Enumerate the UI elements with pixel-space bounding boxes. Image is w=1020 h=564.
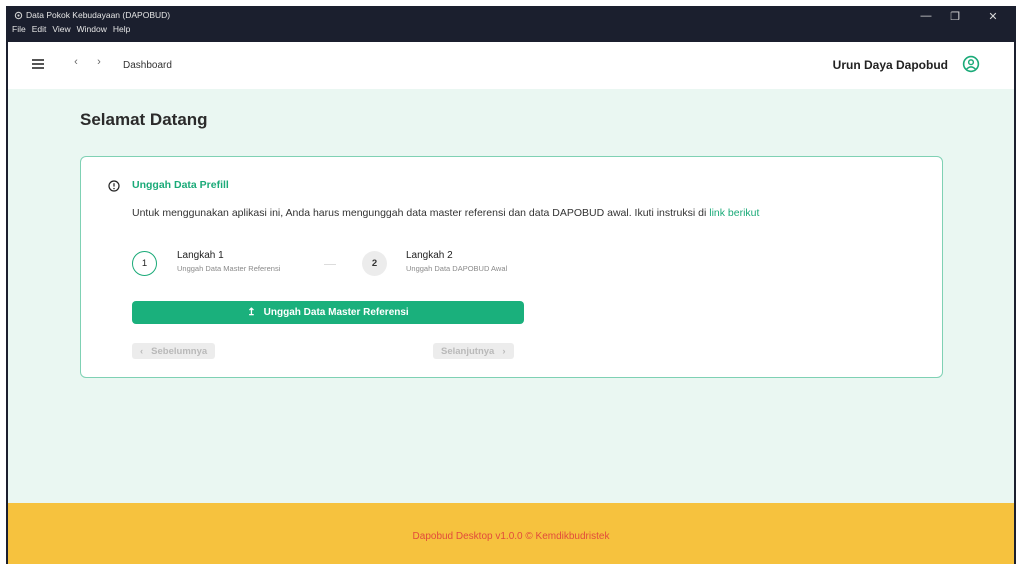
chevron-right-icon: › <box>502 345 506 357</box>
app-header: ‹ › Dashboard Urun Daya Dapobud <box>8 42 1014 89</box>
alert-description-text: Untuk menggunakan aplikasi ini, Anda har… <box>132 207 710 219</box>
menu-edit[interactable]: Edit <box>32 24 47 34</box>
app-window: Data Pokok Kebudayaan (DAPOBUD) File Edi… <box>8 6 1014 564</box>
forward-button[interactable]: › <box>91 56 107 68</box>
instruction-link[interactable]: link berikut <box>709 207 759 219</box>
alert-title: Unggah Data Prefill <box>132 179 229 191</box>
step-1-title: Langkah 1 <box>177 250 224 261</box>
previous-button[interactable]: ‹ Sebelumnya <box>132 343 216 359</box>
app-logo-icon <box>14 11 23 19</box>
restore-button[interactable]: ❐ <box>945 10 965 23</box>
menu-help[interactable]: Help <box>113 24 130 34</box>
page-title: Selamat Datang <box>80 110 208 129</box>
breadcrumb[interactable]: Dashboard <box>123 60 172 71</box>
user-name[interactable]: Urun Daya Dapobud <box>833 58 948 72</box>
menu-bar: File Edit View Window Help <box>12 24 130 34</box>
previous-button-label: Sebelumnya <box>151 345 208 357</box>
footer-text: Dapobud Desktop v1.0.0 © Kemdikbudristek <box>412 531 610 542</box>
menu-window[interactable]: Window <box>77 24 107 34</box>
hamburger-menu-icon[interactable] <box>32 57 44 69</box>
step-1-subtitle: Unggah Data Master Referensi <box>177 264 281 273</box>
chevron-left-icon: ‹ <box>140 345 144 357</box>
alert-description: Untuk menggunakan aplikasi ini, Anda har… <box>132 207 759 219</box>
step-1-indicator: 1 <box>132 251 157 276</box>
upload-master-reference-button[interactable]: ↥ Unggah Data Master Referensi <box>132 301 524 324</box>
back-button[interactable]: ‹ <box>68 56 84 68</box>
upload-icon: ↥ <box>247 307 256 318</box>
info-alert-icon <box>108 180 120 192</box>
window-title: Data Pokok Kebudayaan (DAPOBUD) <box>14 10 170 20</box>
next-button-label: Selanjutnya <box>441 345 495 357</box>
next-button[interactable]: Selanjutnya › <box>433 343 514 359</box>
step-2-indicator: 2 <box>362 251 387 276</box>
menu-view[interactable]: View <box>52 24 70 34</box>
prefill-card: Unggah Data Prefill Untuk menggunakan ap… <box>80 156 943 378</box>
window-border-right <box>1014 6 1016 564</box>
step-2-title: Langkah 2 <box>406 250 453 261</box>
step-2-subtitle: Unggah Data DAPOBUD Awal <box>406 264 508 273</box>
window-title-text: Data Pokok Kebudayaan (DAPOBUD) <box>26 10 171 20</box>
footer: Dapobud Desktop v1.0.0 © Kemdikbudristek <box>8 503 1014 564</box>
minimize-button[interactable]: — <box>916 10 936 22</box>
user-avatar-icon[interactable] <box>962 55 980 73</box>
step-connector <box>324 264 336 265</box>
upload-button-label: Unggah Data Master Referensi <box>263 307 409 318</box>
close-button[interactable]: ✕ <box>983 10 1003 23</box>
title-bar: Data Pokok Kebudayaan (DAPOBUD) File Edi… <box>8 6 1014 42</box>
menu-file[interactable]: File <box>12 24 26 34</box>
